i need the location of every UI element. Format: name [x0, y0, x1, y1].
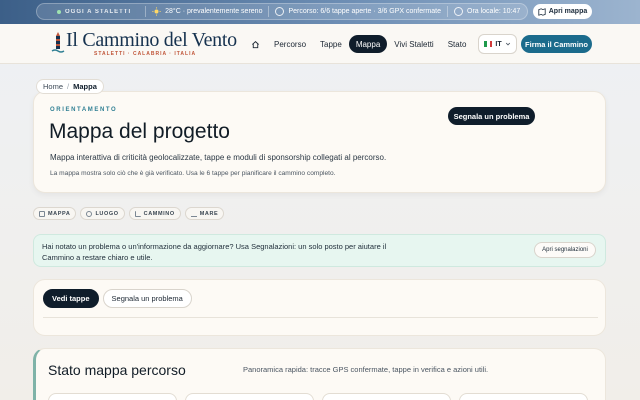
nav-stato[interactable]: Stato: [441, 35, 474, 53]
stat-card: [459, 393, 588, 400]
language-code: IT: [495, 40, 502, 48]
tabs-card: Vedi tappe Segnala un problema: [33, 279, 606, 336]
status-title: Stato mappa percorso: [48, 362, 186, 378]
chevron-down-icon: [505, 42, 510, 46]
chip-label: MARE: [199, 210, 219, 217]
open-map-button[interactable]: Apri mappa: [533, 4, 592, 19]
chip-cammino: CAMMINO: [128, 207, 181, 220]
clock-icon: [454, 7, 463, 16]
nav-vivi-staletti[interactable]: Vivi Staletti: [387, 35, 440, 53]
top-info-pill: OGGI A STALETTI 28°C · prevalentemente s…: [36, 3, 528, 20]
divider: [43, 317, 598, 318]
pin-icon: [86, 210, 93, 217]
sun-icon: [152, 7, 161, 16]
chip-luogo: LUOGO: [80, 207, 125, 220]
site-header: Il Cammino del Vento STALETTI · CALABRIA…: [0, 24, 640, 64]
chip-label: MAPPA: [48, 210, 71, 217]
lighthouse-logo-icon[interactable]: [51, 31, 65, 55]
notice-text: Hai notato un problema o un'informazione…: [42, 242, 387, 262]
breadcrumb-current: Mappa: [73, 82, 97, 91]
view-tabs: Vedi tappe Segnala un problema: [43, 289, 192, 308]
tab-vedi-tappe[interactable]: Vedi tappe: [43, 289, 99, 308]
tag-chips: MAPPA LUOGO CAMMINO MARE: [33, 207, 225, 220]
chip-label: LUOGO: [95, 210, 119, 217]
language-selector[interactable]: IT: [478, 34, 517, 54]
chip-mare: MARE: [184, 207, 225, 220]
map-icon: [39, 210, 45, 217]
breadcrumb-separator: /: [67, 82, 70, 91]
hero-card: ORIENTAMENTO Mappa del progetto Mappa in…: [33, 91, 606, 193]
chip-mappa: MAPPA: [33, 207, 77, 220]
tab-segnala-problema[interactable]: Segnala un problema: [102, 289, 192, 308]
weather-item: 28°C · prevalentemente sereno: [146, 7, 268, 16]
sign-cammino-button[interactable]: Firma il Cammino: [521, 35, 592, 53]
hero-eyebrow: ORIENTAMENTO: [50, 107, 118, 113]
today-item: OGGI A STALETTI: [37, 9, 145, 15]
italy-flag-icon: [484, 41, 493, 47]
live-dot-icon: [57, 9, 61, 14]
top-info-bar: OGGI A STALETTI 28°C · prevalentemente s…: [0, 0, 640, 24]
open-reports-button[interactable]: Apri segnalazioni: [534, 242, 596, 258]
status-map-card: Stato mappa percorso Panoramica rapida: …: [33, 348, 606, 400]
map-icon: [538, 7, 546, 16]
hero-description: Mappa interattiva di criticità geolocali…: [50, 153, 387, 162]
main-nav: Percorso Tappe Mappa Vivi Staletti Stato: [244, 35, 473, 53]
breadcrumb: Home / Mappa: [36, 79, 104, 94]
status-subtitle: Panoramica rapida: tracce GPS confermate…: [243, 365, 489, 374]
nav-mappa[interactable]: Mappa: [348, 35, 388, 53]
open-map-label: Apri mappa: [548, 8, 588, 15]
route-text: Percorso: 6/6 tappe aperte · 3/6 GPX con…: [288, 8, 441, 15]
hero-note: La mappa mostra solo ciò che è già verif…: [50, 170, 336, 177]
wave-icon: [190, 211, 197, 217]
time-item: Ora locale: 10:47: [448, 7, 526, 16]
nav-percorso[interactable]: Percorso: [267, 35, 313, 53]
stat-card: [185, 393, 314, 400]
stat-card: [48, 393, 177, 400]
stat-card: [322, 393, 451, 400]
today-label: OGGI A STALETTI: [65, 8, 132, 15]
route-item: Percorso: 6/6 tappe aperte · 3/6 GPX con…: [269, 7, 447, 16]
breadcrumb-home[interactable]: Home: [43, 82, 63, 91]
chip-label: CAMMINO: [143, 210, 175, 217]
home-icon: [252, 40, 259, 48]
logo-title[interactable]: Il Cammino del Vento: [66, 29, 237, 52]
route-icon: [275, 7, 285, 16]
nav-tappe[interactable]: Tappe: [313, 35, 349, 53]
logo-subtitle: STALETTI · CALABRIA · ITALIA: [94, 51, 197, 57]
report-notice-banner: Hai notato un problema o un'informazione…: [33, 234, 606, 267]
local-time-text: Ora locale: 10:47: [467, 8, 521, 15]
report-problem-button[interactable]: Segnala un problema: [448, 107, 535, 125]
weather-text: 28°C · prevalentemente sereno: [165, 8, 263, 15]
nav-home[interactable]: [244, 35, 267, 53]
page-title: Mappa del progetto: [49, 120, 230, 143]
walker-icon: [134, 210, 141, 217]
